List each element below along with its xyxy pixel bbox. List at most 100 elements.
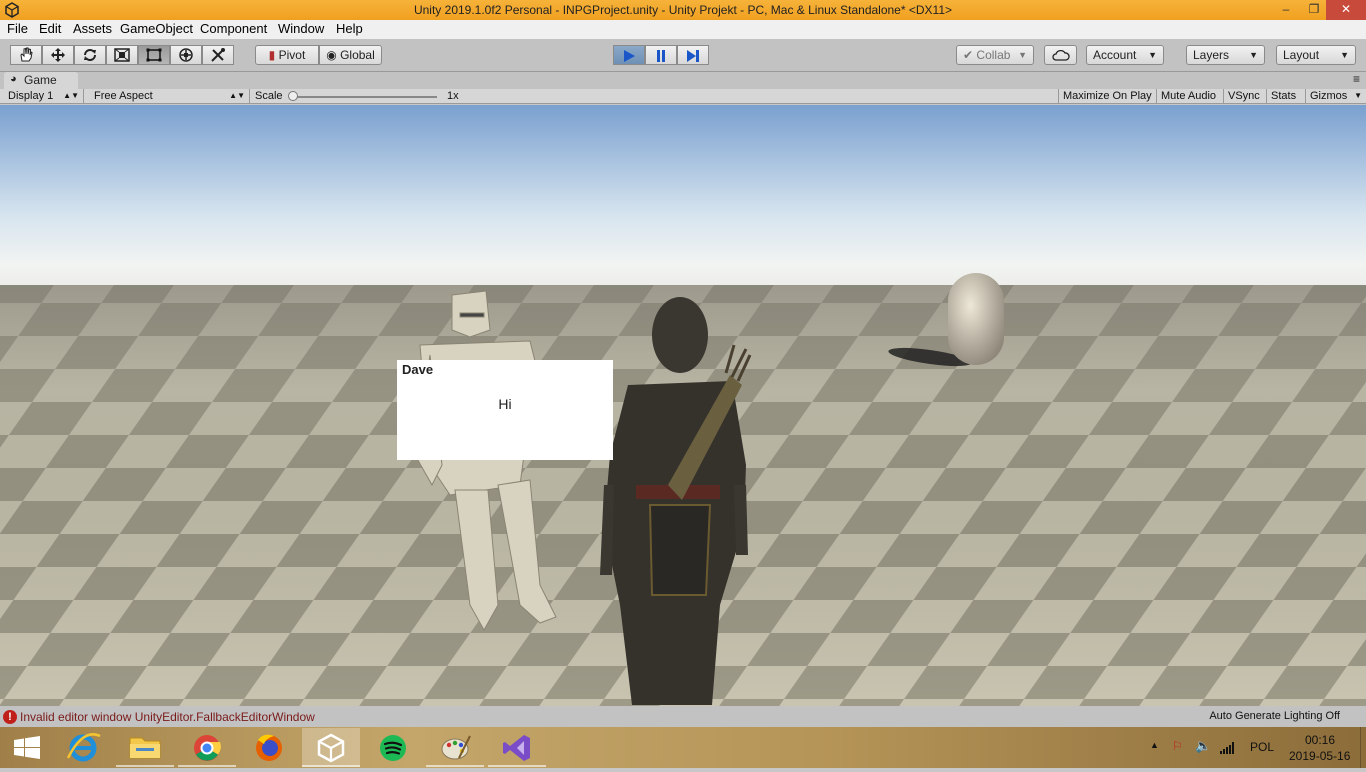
clock-date[interactable]: 2019-05-16 [1289, 749, 1350, 763]
layers-dropdown[interactable]: Layers ▼ [1186, 45, 1265, 65]
dropdown-arrow-icon: ▲▼ [63, 91, 79, 100]
stats-toggle[interactable]: Stats [1267, 89, 1306, 104]
aspect-label: Free Aspect [94, 90, 153, 102]
global-label: Global [340, 48, 375, 62]
taskbar: ▲ ⚐ 🔈 POL 00:16 2019-05-16 [0, 727, 1366, 768]
dialog-box: Dave Hi [397, 360, 613, 460]
collab-label: Collab [976, 48, 1011, 62]
title-bar: Unity 2019.1.0f2 Personal - INPGProject.… [0, 0, 1366, 20]
layers-label: Layers [1193, 48, 1230, 62]
menu-component[interactable]: Component [200, 21, 267, 36]
network-signal-icon[interactable] [1220, 742, 1234, 754]
menu-assets[interactable]: Assets [73, 21, 112, 36]
play-button[interactable] [613, 45, 645, 65]
collab-dropdown[interactable]: ✔ Collab ▼ [956, 45, 1034, 65]
show-desktop-button[interactable] [1360, 727, 1366, 768]
unity-logo-icon [317, 733, 345, 763]
spotify-icon [380, 735, 406, 761]
dropdown-arrow-icon: ▼ [1018, 50, 1027, 60]
dialog-speaker-name: Dave [402, 362, 434, 377]
check-icon: ✔ [963, 48, 974, 62]
menu-edit[interactable]: Edit [39, 21, 61, 36]
taskbar-paint[interactable] [426, 728, 484, 767]
display-dropdown[interactable]: Display 1 ▲▼ [4, 89, 84, 104]
move-icon [51, 48, 65, 62]
menu-help[interactable]: Help [336, 21, 363, 36]
account-label: Account [1093, 48, 1137, 62]
paint-palette-icon [441, 735, 471, 760]
global-button[interactable]: ◉ Global [319, 45, 382, 65]
start-button[interactable] [0, 728, 58, 767]
pause-button[interactable] [645, 45, 677, 65]
game-tab-label: Game [24, 73, 57, 87]
pivot-button[interactable]: ▮ Pivot [255, 45, 319, 65]
layout-label: Layout [1283, 48, 1320, 62]
auto-lighting-status[interactable]: Auto Generate Lighting Off [1209, 710, 1340, 722]
step-icon [687, 50, 699, 62]
dropdown-arrow-icon: ▼ [1249, 50, 1258, 60]
rotate-tool-button[interactable] [74, 45, 106, 65]
tray-overflow-icon[interactable]: ▲ [1150, 740, 1159, 750]
internet-explorer-icon [66, 733, 101, 762]
maximize-on-play-toggle[interactable]: Maximize On Play [1058, 89, 1157, 104]
tray-security-icon[interactable]: ⚐ [1172, 739, 1183, 753]
taskbar-spotify[interactable] [364, 728, 422, 767]
windows-logo-icon [14, 736, 40, 759]
volume-icon[interactable]: 🔈 [1195, 738, 1211, 754]
language-indicator[interactable]: POL [1250, 740, 1274, 754]
minimize-button[interactable]: – [1272, 0, 1300, 20]
dropdown-arrow-icon: ▼ [1354, 91, 1362, 100]
pivot-label: Pivot [278, 48, 306, 62]
toolbar: ▮ Pivot ◉ Global ✔ Collab ▼ Account ▼ La… [0, 39, 1366, 72]
scale-slider-thumb[interactable] [288, 91, 298, 101]
tab-game[interactable]: ◕ Game [4, 72, 78, 89]
rect-tool-button[interactable] [138, 45, 170, 65]
scene-render [0, 105, 1366, 706]
tab-menu-icon[interactable]: ≡ [1353, 72, 1360, 86]
vsync-toggle[interactable]: VSync [1224, 89, 1267, 104]
game-view-options-bar: Display 1 ▲▼ Free Aspect ▲▼ Scale 1x Max… [0, 89, 1366, 104]
scale-tool-button[interactable] [106, 45, 138, 65]
console-error-message[interactable]: Invalid editor window UnityEditor.Fallba… [20, 710, 315, 724]
aspect-dropdown[interactable]: Free Aspect ▲▼ [90, 89, 250, 104]
hand-icon [20, 47, 33, 62]
taskbar-unity[interactable] [302, 728, 360, 767]
scale-control: Scale 1x [251, 89, 461, 104]
game-viewport[interactable]: Dave Hi [0, 105, 1366, 706]
gizmos-dropdown[interactable]: Gizmos ▼ [1306, 89, 1366, 104]
transform-tool-button[interactable] [170, 45, 202, 65]
play-icon [624, 50, 635, 62]
taskbar-internet-explorer[interactable] [54, 728, 112, 767]
step-button[interactable] [677, 45, 709, 65]
account-dropdown[interactable]: Account ▼ [1086, 45, 1164, 65]
visual-studio-icon [503, 735, 530, 761]
layout-dropdown[interactable]: Layout ▼ [1276, 45, 1356, 65]
scale-value: 1x [447, 90, 459, 102]
close-button[interactable]: ✕ [1326, 0, 1366, 20]
pause-icon [657, 50, 665, 62]
maximize-button[interactable]: ❐ [1300, 0, 1328, 20]
transform-icon [179, 48, 193, 62]
menu-window[interactable]: Window [278, 21, 324, 36]
menu-file[interactable]: File [7, 21, 28, 36]
taskbar-visual-studio[interactable] [488, 728, 546, 767]
hand-tool-button[interactable] [10, 45, 42, 65]
globe-icon: ◉ [326, 48, 337, 62]
move-tool-button[interactable] [42, 45, 74, 65]
custom-tool-icon [211, 48, 225, 62]
taskbar-chrome[interactable] [178, 728, 236, 767]
menu-gameobject[interactable]: GameObject [120, 21, 193, 36]
taskbar-file-explorer[interactable] [116, 728, 174, 767]
menu-bar: File Edit Assets GameObject Component Wi… [0, 20, 1366, 39]
clock-time[interactable]: 00:16 [1305, 733, 1335, 747]
game-tab-icon: ◕ [10, 73, 17, 85]
scale-icon [114, 48, 130, 62]
dialog-message: Hi [498, 396, 512, 412]
cloud-button[interactable] [1044, 45, 1077, 65]
mute-audio-toggle[interactable]: Mute Audio [1157, 89, 1224, 104]
taskbar-firefox[interactable] [240, 728, 298, 767]
folder-icon [129, 737, 161, 759]
scale-slider-track[interactable] [291, 96, 437, 98]
custom-tool-button[interactable] [202, 45, 234, 65]
game-tab-bar: ◕ Game ≡ [0, 72, 1366, 89]
